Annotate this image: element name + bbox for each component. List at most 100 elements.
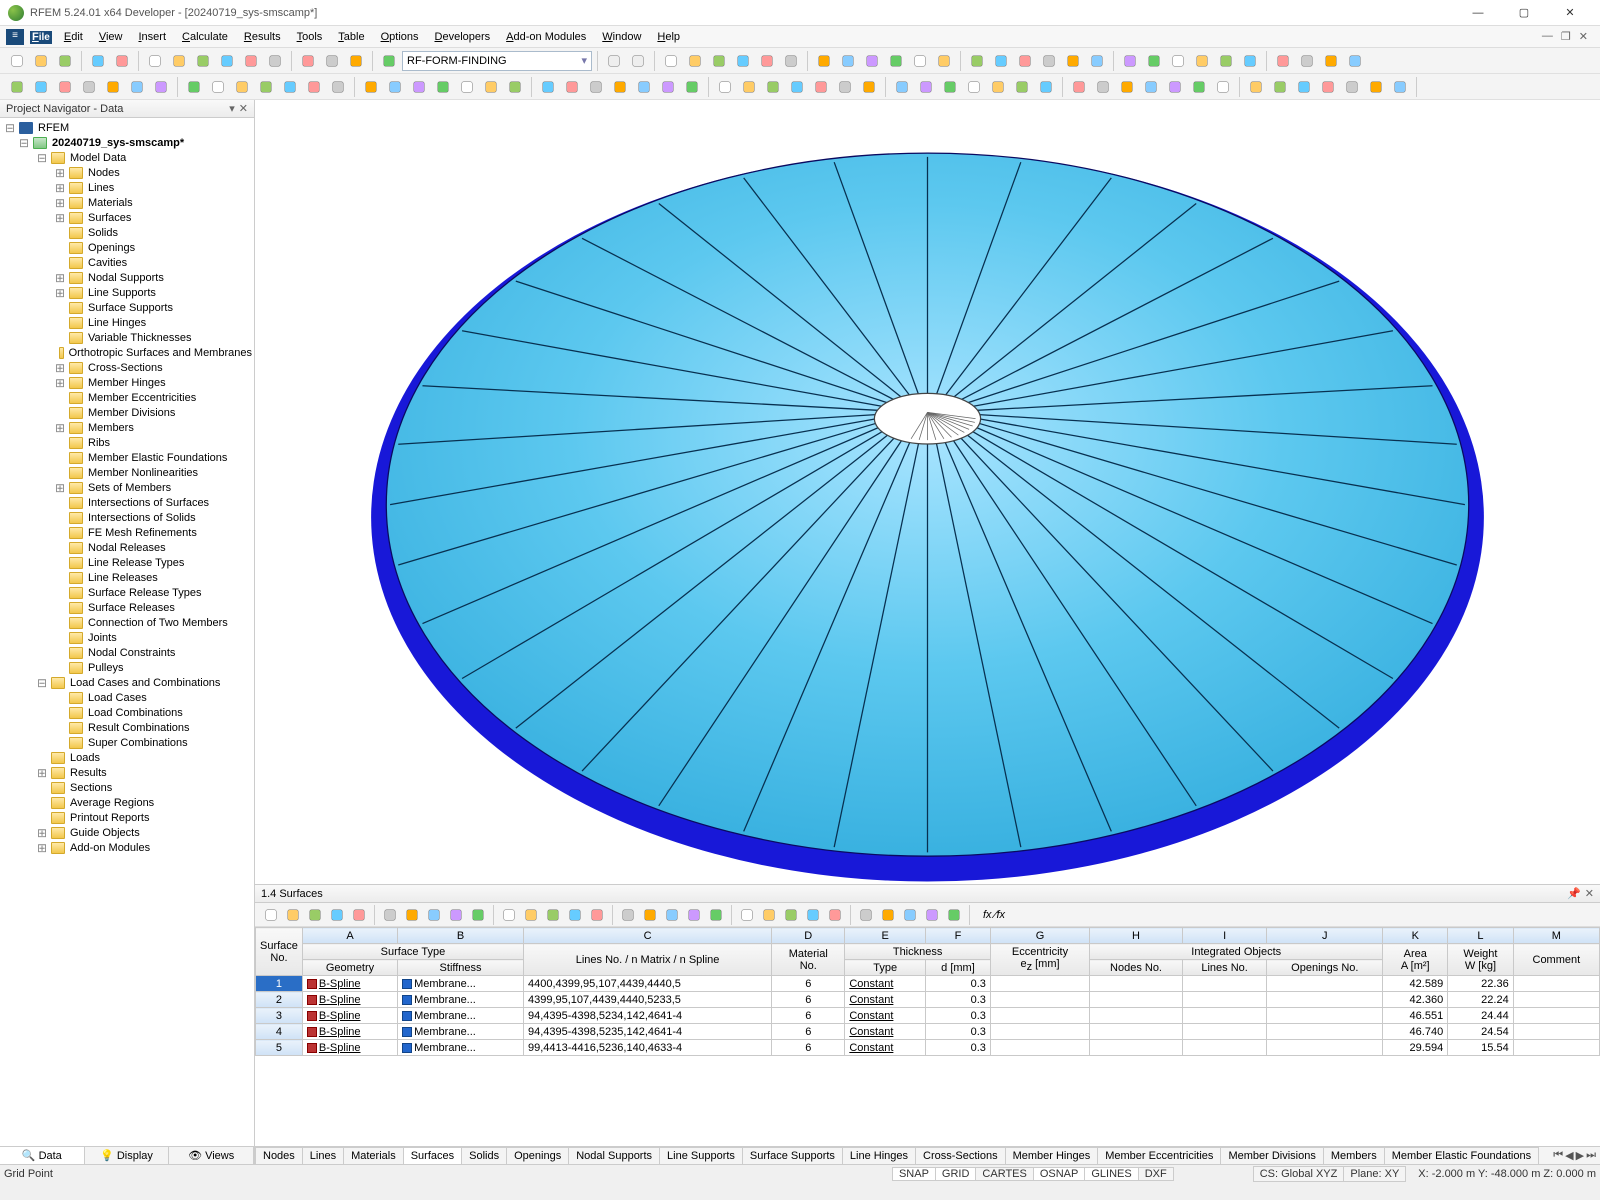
tool-d43[interactable]	[1092, 76, 1114, 98]
table-row[interactable]: 3B-SplineMembrane...94,4395-4398,5234,14…	[256, 1008, 1600, 1024]
nav-prev[interactable]	[603, 50, 625, 72]
tool-d24[interactable]	[609, 76, 631, 98]
table-tool-21[interactable]	[759, 905, 779, 925]
tool-d3[interactable]	[78, 76, 100, 98]
menu-options[interactable]: Options	[373, 29, 427, 45]
tree-md-member-nonlinearities[interactable]: Member Nonlinearities	[0, 465, 254, 480]
tree-md-joints[interactable]: Joints	[0, 630, 254, 645]
tool-d46[interactable]	[1164, 76, 1186, 98]
tree-md-ribs[interactable]: Ribs	[0, 435, 254, 450]
tool-c0[interactable]	[660, 50, 682, 72]
menu-edit[interactable]: Edit	[56, 29, 91, 45]
table-tab-nodes[interactable]: Nodes	[255, 1147, 303, 1164]
snap-glines[interactable]: GLINES	[1084, 1167, 1138, 1181]
tree-md-nodal-supports[interactable]: ⊞Nodal Supports	[0, 270, 254, 285]
tool-c24[interactable]	[1272, 50, 1294, 72]
tool-a0[interactable]	[144, 50, 166, 72]
tree-guide-objects[interactable]: ⊞Guide Objects	[0, 825, 254, 840]
navigator-tree[interactable]: ⊟RFEM⊟20240719_sys-smscamp*⊟Model Data⊞N…	[0, 118, 254, 1146]
tool-d22[interactable]	[561, 76, 583, 98]
table-tool-10[interactable]	[499, 905, 519, 925]
tool-d48[interactable]	[1212, 76, 1234, 98]
tree-lcc-super-combinations[interactable]: Super Combinations	[0, 735, 254, 750]
tool-c20[interactable]	[1167, 50, 1189, 72]
table-tab-member-divisions[interactable]: Member Divisions	[1220, 1147, 1323, 1164]
table-tool-18[interactable]	[684, 905, 704, 925]
tool-d38[interactable]	[963, 76, 985, 98]
tree-md-sets-of-members[interactable]: ⊞Sets of Members	[0, 480, 254, 495]
table-close[interactable]: ✕	[1585, 887, 1594, 900]
table-tab-line-supports[interactable]: Line Supports	[659, 1147, 743, 1164]
tool-d47[interactable]	[1188, 76, 1210, 98]
table-tool-19[interactable]	[706, 905, 726, 925]
mdi-restore[interactable]: ❐	[1561, 30, 1571, 43]
tool-d31[interactable]	[786, 76, 808, 98]
open-button[interactable]	[30, 50, 52, 72]
menu-calculate[interactable]: Calculate	[174, 29, 236, 45]
table-tool-14[interactable]	[587, 905, 607, 925]
tree-md-member-hinges[interactable]: ⊞Member Hinges	[0, 375, 254, 390]
tree-md-lines[interactable]: ⊞Lines	[0, 180, 254, 195]
tree-md-fe-mesh-refinements[interactable]: FE Mesh Refinements	[0, 525, 254, 540]
tree-add-on-modules[interactable]: ⊞Add-on Modules	[0, 840, 254, 855]
table-tool-29[interactable]	[944, 905, 964, 925]
close-button[interactable]: ✕	[1548, 2, 1592, 24]
menu-help[interactable]: Help	[649, 29, 688, 45]
tree-md-member-elastic-foundations[interactable]: Member Elastic Foundations	[0, 450, 254, 465]
tool-d28[interactable]	[714, 76, 736, 98]
tool-d45[interactable]	[1140, 76, 1162, 98]
tool-d23[interactable]	[585, 76, 607, 98]
tool-c13[interactable]	[990, 50, 1012, 72]
minimize-button[interactable]: —	[1456, 2, 1500, 24]
tool-d30[interactable]	[762, 76, 784, 98]
tool-d53[interactable]	[1341, 76, 1363, 98]
tree-md-cavities[interactable]: Cavities	[0, 255, 254, 270]
tree-md-nodes[interactable]: ⊞Nodes	[0, 165, 254, 180]
undo-button[interactable]	[87, 50, 109, 72]
table-tool-26[interactable]	[878, 905, 898, 925]
table-row[interactable]: 5B-SplineMembrane...99,4413-4416,5236,14…	[256, 1040, 1600, 1056]
tool-c10[interactable]	[909, 50, 931, 72]
maximize-button[interactable]: ▢	[1502, 2, 1546, 24]
tool-d33[interactable]	[834, 76, 856, 98]
tool-d1[interactable]	[30, 76, 52, 98]
tree-md-surface-releases[interactable]: Surface Releases	[0, 600, 254, 615]
table-tool-20[interactable]	[737, 905, 757, 925]
tool-d5[interactable]	[126, 76, 148, 98]
tool-d50[interactable]	[1269, 76, 1291, 98]
table-tool-23[interactable]	[803, 905, 823, 925]
menu-add-on-modules[interactable]: Add-on Modules	[498, 29, 594, 45]
table-tool-15[interactable]	[618, 905, 638, 925]
nav-tab-views[interactable]: 👁Views	[169, 1147, 254, 1164]
table-row[interactable]: 4B-SplineMembrane...94,4395-4398,5235,14…	[256, 1024, 1600, 1040]
tool-d55[interactable]	[1389, 76, 1411, 98]
mdi-close[interactable]: ✕	[1579, 30, 1588, 43]
table-tool-9[interactable]	[468, 905, 488, 925]
tool-c8[interactable]	[861, 50, 883, 72]
tool-c4[interactable]	[756, 50, 778, 72]
snap-dxf[interactable]: DXF	[1138, 1167, 1174, 1181]
tool-d32[interactable]	[810, 76, 832, 98]
tree-average-regions[interactable]: Average Regions	[0, 795, 254, 810]
tool-d12[interactable]	[303, 76, 325, 98]
tree-md-line-hinges[interactable]: Line Hinges	[0, 315, 254, 330]
table-tool-3[interactable]	[327, 905, 347, 925]
tool-d14[interactable]	[360, 76, 382, 98]
tool-c14[interactable]	[1014, 50, 1036, 72]
table-tool-13[interactable]	[565, 905, 585, 925]
menu-table[interactable]: Table	[330, 29, 372, 45]
table-tool-12[interactable]	[543, 905, 563, 925]
table-tab-line-hinges[interactable]: Line Hinges	[842, 1147, 916, 1164]
table-tool-28[interactable]	[922, 905, 942, 925]
tree-md-surface-release-types[interactable]: Surface Release Types	[0, 585, 254, 600]
tree-md-openings[interactable]: Openings	[0, 240, 254, 255]
menu-developers[interactable]: Developers	[427, 29, 499, 45]
table-tab-cross-sections[interactable]: Cross-Sections	[915, 1147, 1006, 1164]
tree-lcc-result-combinations[interactable]: Result Combinations	[0, 720, 254, 735]
tree-printout-reports[interactable]: Printout Reports	[0, 810, 254, 825]
nav-tab-data[interactable]: 🔍Data	[0, 1147, 85, 1164]
tree-md-line-supports[interactable]: ⊞Line Supports	[0, 285, 254, 300]
tree-md-intersections-of-solids[interactable]: Intersections of Solids	[0, 510, 254, 525]
table-tool-4[interactable]	[349, 905, 369, 925]
tool-a3[interactable]	[216, 50, 238, 72]
